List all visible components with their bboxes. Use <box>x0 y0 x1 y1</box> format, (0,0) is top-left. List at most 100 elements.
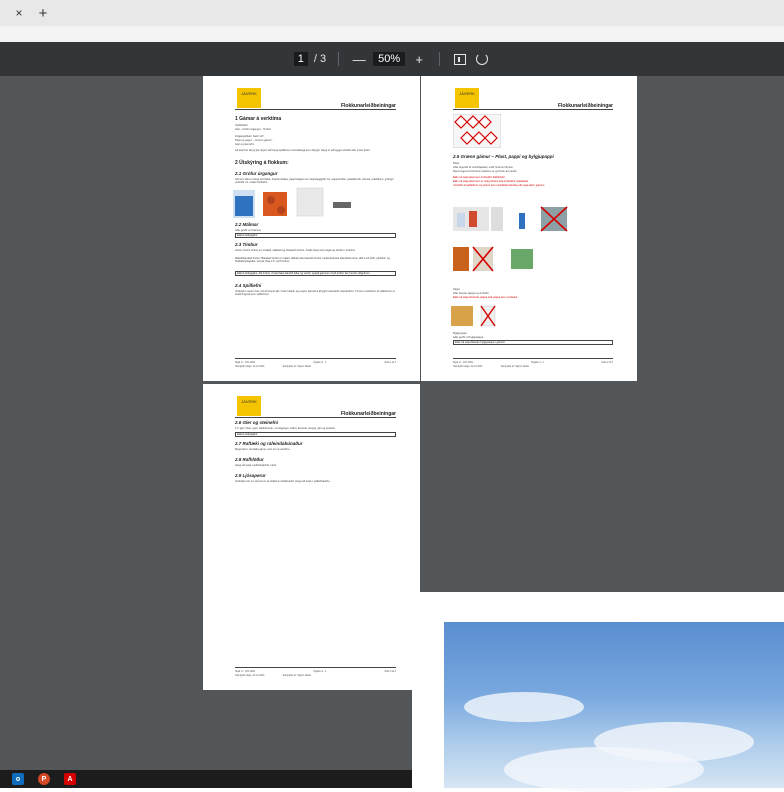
subsection-heading: 2.5 Grænn gámur – Plast, pappi og bylgju… <box>453 154 554 159</box>
body-text: Dæmi tegund af hreinum plastum er sýnd h… <box>453 170 518 173</box>
toolbar-separator <box>439 52 441 66</box>
note-box: Ekki má setja blautan bylgjupappa í gámi… <box>453 340 613 346</box>
subsection-heading: 2.6 Gler og steinefni <box>235 420 279 425</box>
rotate-button[interactable] <box>474 51 490 67</box>
photo-pipes <box>453 247 469 271</box>
photo-spray-can <box>519 213 525 229</box>
footer-approved-by: Samþykkt af: Sigrún Melax <box>282 365 312 368</box>
pdf-toolbar: 1 / 3 — 50% + <box>0 42 784 76</box>
footer-approved-date: Samþykkt dags: 22.12.2021 <box>235 365 265 368</box>
logo-text: JÁVERK <box>241 91 257 96</box>
subsection-heading: 2.2 Málmar <box>235 222 259 227</box>
zoom-out-button[interactable]: — <box>351 51 367 67</box>
body-text: Plast: <box>453 162 460 165</box>
close-tab-icon[interactable]: × <box>12 6 26 20</box>
body-text: Mega fara í sérstaka gáma, sem eru á svæ… <box>235 448 291 451</box>
subsection-heading: 2.7 Raftæki og rafeindabúnaður <box>235 441 303 446</box>
page-footer: Skjal nr.: JVK-0001 Útgáfa nr.: 1 Síða 1… <box>235 361 396 364</box>
note-box: Ekkert leðrjagáfur <box>235 233 396 239</box>
paper-examples-photos <box>451 305 496 327</box>
body-text: Allar gerðir af bylgjupappa. <box>453 336 484 339</box>
footer-version: Útgáfa nr.: 1 <box>530 361 544 364</box>
body-text: Pappi: <box>453 288 461 291</box>
body-text: Opið/lokað <box>235 124 248 127</box>
zoom-in-button[interactable]: + <box>411 51 427 67</box>
rotate-icon <box>476 53 489 65</box>
subsection-heading: 2.3 Timbur <box>235 242 258 247</box>
photo-canister-body <box>235 196 253 216</box>
total-pages-label: / 3 <box>313 53 327 65</box>
body-text: Gler og steinefni <box>235 143 254 146</box>
outlook-app-icon[interactable]: o <box>12 773 24 785</box>
body-text: Frágangshlutir, bætir við! <box>235 135 264 138</box>
header-rule <box>453 109 613 110</box>
footer-approved-by: Samþykkt af: Sigrún Melax <box>500 365 530 368</box>
fit-page-icon <box>454 53 467 65</box>
footer-page: Síða 1 af 3 <box>384 361 396 364</box>
cloud <box>504 747 704 792</box>
body-text: T.d. gler, flísar, grjót, Hellubrotnar, … <box>235 427 336 430</box>
new-tab-button[interactable]: + <box>36 5 50 22</box>
page-footer-approval: Samþykkt dags: 22.12.2021 Samþykkt af: S… <box>235 365 396 368</box>
body-text: Plast og pappi – „Grænn gámur" <box>235 139 273 142</box>
body-text: Allar hreinar pappa og umbúðir. <box>453 292 490 295</box>
body-text: Að auki ber ábyrg þá, tilgum að borga sp… <box>235 149 371 152</box>
tab-bar: × + <box>0 0 784 26</box>
taskbar: o P A <box>0 770 412 788</box>
logo-text: JÁVERK <box>459 91 475 96</box>
subsection-heading: 2.4 Spilliefni <box>235 283 262 288</box>
example-photos-row <box>233 187 351 218</box>
javerk-logo: JÁVERK <box>237 88 261 108</box>
page-footer-approval: Samþykkt dags: 22.12.2021 Samþykkt af: S… <box>453 365 613 368</box>
address-bar <box>0 26 784 42</box>
warning-text: Ekki má setja plast sem inniheldur bikbl… <box>453 176 506 179</box>
zoom-input[interactable]: 50% <box>373 52 406 66</box>
photo-pipe-end <box>277 206 285 214</box>
section-heading: 1 Gámar á verktíma <box>235 116 282 122</box>
footer-page: Síða 2 af 3 <box>601 361 613 364</box>
logo-text: JÁVERK <box>241 399 257 404</box>
body-text: Bylgjupappi: <box>453 332 468 335</box>
photo-bottle <box>469 211 477 227</box>
photo-pipe-end <box>267 196 275 204</box>
footer-version: Útgáfa nr.: 1 <box>313 670 327 673</box>
page-footer: Skjal nr.: JVK-0001 Útgáfa nr.: 1 Síða 3… <box>235 670 396 673</box>
hazard-symbols <box>453 114 501 148</box>
fit-page-button[interactable] <box>452 51 468 67</box>
acrobat-app-icon[interactable]: A <box>64 773 76 785</box>
body-text: Málað/blandað timbur: Blandað timbur er … <box>235 257 390 264</box>
pdf-page-1: JÁVERK Flokkunarleiðbeiningar 1 Gámar á … <box>203 76 420 381</box>
footer-rule <box>453 358 613 359</box>
subsection-heading: 2.8 Rafhlöður <box>235 457 264 462</box>
photo-tube <box>333 202 351 208</box>
javerk-logo: JÁVERK <box>237 396 261 416</box>
note-box: Ekkert leðrjagáfur <box>235 432 396 438</box>
footer-page: Síða 3 af 3 <box>384 670 396 673</box>
body-text: Hægt að setja í spilliefnakörfu í skúr. <box>235 464 277 467</box>
warning-text: Umbúðir af spilliefnum og vörum sem inni… <box>453 184 545 187</box>
pdf-page-3: JÁVERK Flokkunarleiðbeiningar 2.6 Gler o… <box>203 384 420 690</box>
body-text: Verkstjóri sér um að perum sé skilað á m… <box>235 480 331 483</box>
plastic-examples-photos <box>453 206 568 272</box>
body-text: Allar tegundir af umbúðaplasti, undir hr… <box>453 166 514 169</box>
subsection-heading: 2.1 Grófur úrgangur <box>235 171 278 176</box>
desktop-wallpaper-sky <box>444 622 784 792</box>
header-rule <box>235 109 396 110</box>
body-text: Verkstjóri mætur fram við að sinnst allt… <box>235 290 395 297</box>
footer-rule <box>235 358 396 359</box>
powerpoint-app-icon[interactable]: P <box>38 773 50 785</box>
footer-approved-date: Samþykkt dags: 22.12.2021 <box>235 674 265 677</box>
body-text: Allar gerðir af málmum <box>235 229 262 232</box>
footer-rule <box>235 667 396 668</box>
page-footer-approval: Samþykkt dags: 22.12.2021 Samþykkt af: S… <box>235 674 396 677</box>
header-rule <box>235 417 396 418</box>
section-heading: 2 Útskýring á flokkum: <box>235 160 289 166</box>
note-box: Ekkert leðrjagáfur, Allt timbur í hvíta … <box>235 271 396 277</box>
warning-text: Ekki má setja óhreinan pappa eða pappa s… <box>453 296 519 299</box>
photo-cardboard <box>451 306 473 326</box>
page-number-input[interactable]: 1 <box>293 52 308 66</box>
footer-approved-date: Samþykkt dags: 22.12.2021 <box>453 365 483 368</box>
warning-text: Ekki má setja plast sem er mjög óhreint … <box>453 180 529 183</box>
photo-bucket <box>511 249 533 269</box>
footer-approved-by: Samþykkt af: Sigrún Melax <box>282 674 312 677</box>
